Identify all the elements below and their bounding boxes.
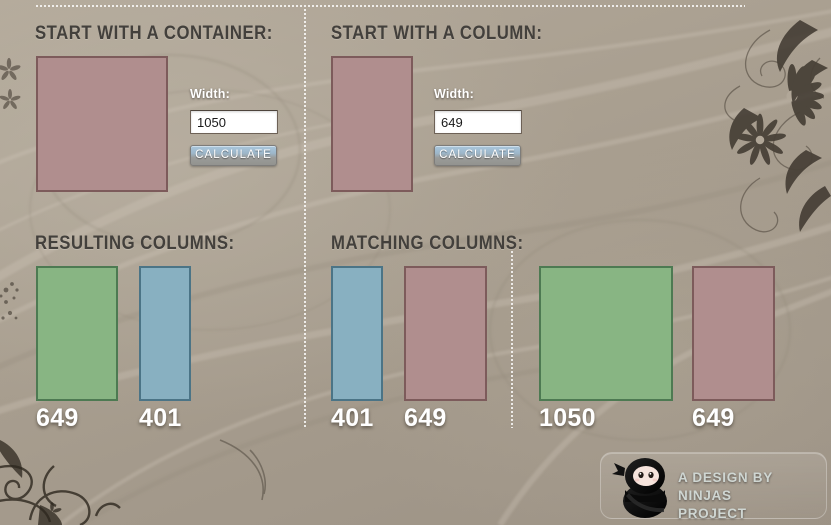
footer-badge-text: A DESIGN BY NINJAS PROJECT (678, 469, 818, 523)
resulting-column-box-1 (36, 266, 118, 401)
matching-column-box-4 (692, 266, 775, 401)
matching-column-value-1: 401 (331, 404, 374, 432)
footer-badge-line2: PROJECT (678, 506, 747, 521)
floral-swirls-right (724, 29, 825, 233)
column-width-input[interactable] (434, 110, 522, 134)
column-calculate-button[interactable]: CALCULATE (434, 145, 521, 166)
column-preview-box (331, 56, 413, 192)
matching-column-value-2: 649 (404, 404, 447, 432)
footer-badge-line1: A DESIGN BY NINJAS (678, 470, 773, 503)
heading-matching-columns: MATCHING COLUMNS: (331, 233, 524, 254)
container-width-input[interactable] (190, 110, 278, 134)
container-width-label: Width: (190, 87, 230, 101)
matching-column-value-4: 649 (692, 404, 735, 432)
divider-vertical-main (304, 8, 306, 428)
heading-resulting-columns: RESULTING COLUMNS: (35, 233, 235, 254)
resulting-column-value-2: 401 (139, 404, 182, 432)
resulting-column-value-1: 649 (36, 404, 79, 432)
matching-column-box-1 (331, 266, 383, 401)
ninja-mascot-icon (612, 458, 667, 518)
column-width-label: Width: (434, 87, 474, 101)
heading-start-with-container: START WITH A CONTAINER: (35, 23, 273, 44)
heading-start-with-column: START WITH A COLUMN: (331, 23, 543, 44)
page-stage: START WITH A CONTAINER: Width: CALCULATE… (0, 0, 831, 525)
matching-column-box-2 (404, 266, 487, 401)
matching-column-value-3: 1050 (539, 404, 596, 432)
resulting-column-box-2 (139, 266, 191, 401)
ornament-left-dots (0, 282, 19, 320)
matching-column-box-3 (539, 266, 673, 401)
floral-ornament-right (729, 20, 831, 232)
container-preview-box (36, 56, 168, 192)
container-calculate-button[interactable]: CALCULATE (190, 145, 277, 166)
ornament-bottom-left-leaves (0, 440, 62, 525)
ornament-mid-left (219, 439, 266, 501)
divider-top-dotted (35, 5, 745, 7)
ornament-left-swirls (0, 464, 121, 525)
ornament-left-top (0, 57, 21, 110)
divider-vertical-matching (511, 250, 513, 428)
